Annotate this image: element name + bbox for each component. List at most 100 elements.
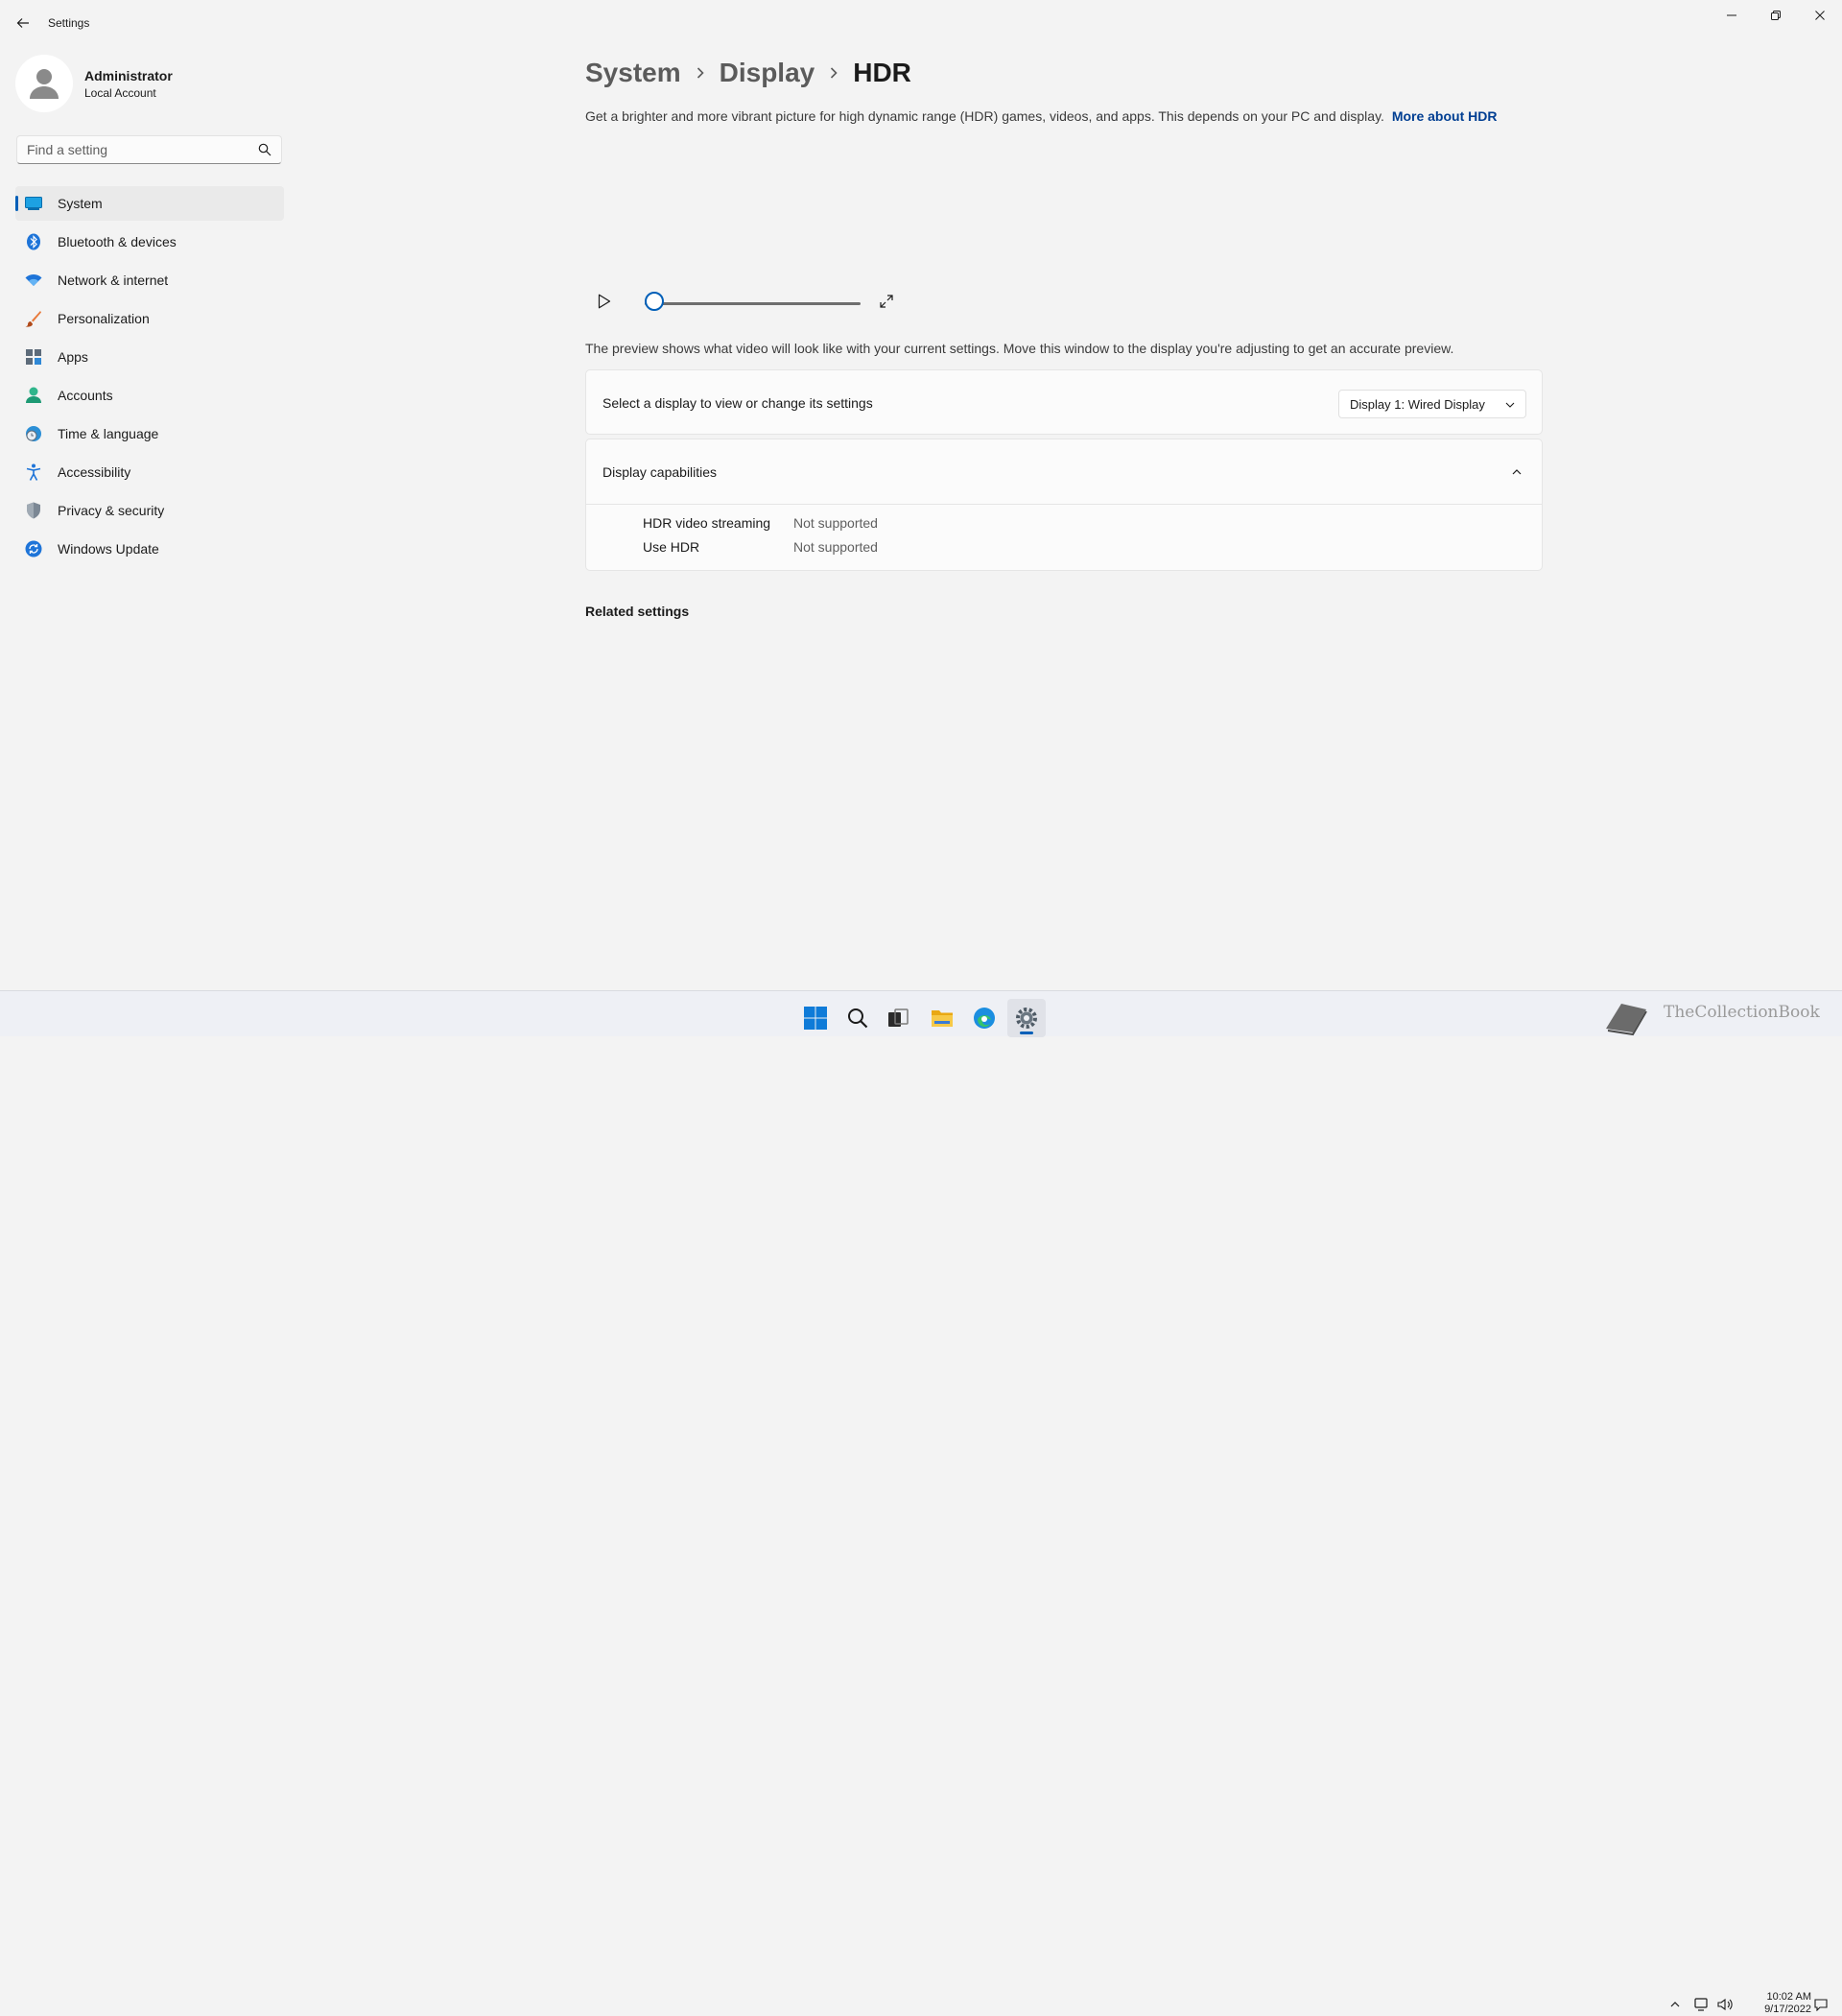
sidebar-item-system[interactable]: System (15, 186, 284, 221)
display-select-card: Select a display to view or change its s… (585, 369, 1543, 435)
taskbar: 10:02 AM 9/17/2022 (0, 990, 1842, 2015)
settings-gear-icon (1016, 1008, 1037, 1029)
more-about-hdr-link[interactable]: More about HDR (1392, 108, 1498, 124)
sidebar-item-label: Accounts (58, 388, 113, 403)
network-icon (1694, 1998, 1708, 2011)
volume-icon (1717, 1998, 1733, 2011)
user-avatar-icon (30, 69, 59, 99)
page-description: Get a brighter and more vibrant picture … (585, 108, 1497, 124)
accounts-icon (25, 387, 42, 404)
close-button[interactable] (1798, 0, 1842, 31)
title-bar: Settings (0, 0, 1842, 46)
profile-name: Administrator (84, 68, 173, 83)
display-capabilities-header[interactable]: Display capabilities (586, 439, 1542, 505)
start-button[interactable] (796, 999, 835, 1037)
sidebar-item-apps[interactable]: Apps (15, 340, 284, 374)
notifications-button[interactable] (1813, 1997, 1829, 2012)
related-settings-heading: Related settings (585, 604, 690, 619)
expand-icon (880, 295, 893, 308)
sidebar-item-accounts[interactable]: Accounts (15, 378, 284, 413)
sidebar-nav: System Bluetooth & devices Network & int… (15, 186, 284, 570)
chevron-right-icon (687, 66, 714, 80)
chevron-up-icon[interactable] (1511, 466, 1523, 478)
globe-clock-icon (25, 425, 42, 442)
minimize-button[interactable] (1710, 0, 1754, 31)
show-hidden-icons-button[interactable] (1667, 1997, 1683, 2012)
system-icon (25, 195, 42, 212)
capability-value: Not supported (793, 539, 878, 555)
display-dropdown-value: Display 1: Wired Display (1350, 397, 1485, 412)
video-preview-controls (585, 284, 902, 322)
sidebar-item-windows-update[interactable]: Windows Update (15, 532, 284, 566)
minimize-icon (1727, 14, 1736, 16)
sidebar-item-label: Apps (58, 349, 88, 365)
breadcrumb-display[interactable]: Display (720, 58, 815, 88)
accessibility-icon (25, 463, 42, 481)
restore-button[interactable] (1754, 0, 1798, 31)
app-title: Settings (48, 16, 90, 30)
display-select-label: Select a display to view or change its s… (602, 395, 873, 411)
sidebar-item-label: Personalization (58, 311, 150, 326)
taskbar-clock[interactable]: 10:02 AM 9/17/2022 (1738, 1991, 1811, 2016)
seek-thumb[interactable] (645, 292, 664, 311)
sidebar-item-network[interactable]: Network & internet (15, 263, 284, 297)
description-text: Get a brighter and more vibrant picture … (585, 108, 1384, 124)
seek-bar[interactable] (645, 302, 861, 305)
avatar (15, 55, 73, 112)
sidebar-item-personalization[interactable]: Personalization (15, 301, 284, 336)
sidebar-item-privacy[interactable]: Privacy & security (15, 493, 284, 528)
file-explorer-button[interactable] (923, 999, 961, 1037)
task-view-button[interactable] (879, 999, 917, 1037)
wifi-icon (25, 272, 42, 289)
capability-value: Not supported (793, 515, 878, 531)
display-dropdown[interactable]: Display 1: Wired Display (1338, 390, 1526, 418)
breadcrumb: System Display HDR (585, 54, 911, 92)
watermark-text: TheCollectionBook (1664, 1003, 1820, 1022)
chevron-down-icon (1505, 402, 1515, 408)
search-icon (848, 1008, 868, 1029)
close-icon (1815, 11, 1825, 20)
network-tray-button[interactable] (1694, 1997, 1710, 2012)
sidebar-item-time-language[interactable]: Time & language (15, 416, 284, 451)
sidebar-item-label: Privacy & security (58, 503, 165, 518)
restore-icon (1771, 11, 1781, 20)
update-icon (25, 540, 42, 557)
account-type: Local Account (84, 86, 156, 100)
task-view-icon (888, 1008, 909, 1027)
sidebar-item-accessibility[interactable]: Accessibility (15, 455, 284, 489)
capability-name: HDR video streaming (643, 515, 771, 531)
volume-tray-button[interactable] (1717, 1997, 1733, 2012)
clock-date: 9/17/2022 (1764, 2004, 1811, 2015)
back-button[interactable] (10, 12, 36, 35)
user-profile[interactable]: Administrator Local Account (15, 55, 284, 116)
sidebar-item-label: Time & language (58, 426, 159, 441)
windows-logo-icon (804, 1007, 827, 1030)
file-explorer-icon (932, 1010, 953, 1027)
display-capabilities-title: Display capabilities (602, 464, 718, 480)
play-button[interactable] (593, 290, 616, 313)
apps-icon (25, 348, 42, 366)
edge-button[interactable] (965, 999, 1004, 1037)
play-icon (598, 294, 611, 309)
active-app-indicator (1020, 1032, 1033, 1034)
back-arrow-icon (16, 18, 29, 28)
sidebar-item-label: Bluetooth & devices (58, 234, 177, 249)
capability-name: Use HDR (643, 539, 700, 555)
brush-icon (25, 310, 42, 327)
search-box[interactable] (16, 135, 282, 164)
sidebar-item-label: Network & internet (58, 273, 169, 288)
notification-icon (1814, 1999, 1828, 2011)
breadcrumb-system[interactable]: System (585, 58, 681, 88)
fullscreen-button[interactable] (875, 290, 898, 313)
shield-icon (25, 502, 42, 519)
chevron-up-icon (1670, 2002, 1680, 2007)
search-input[interactable] (17, 136, 248, 163)
edge-icon (974, 1008, 995, 1029)
display-capabilities-card: Display capabilities HDR video streaming… (585, 439, 1543, 571)
chevron-right-icon (820, 66, 847, 80)
clock-time: 10:02 AM (1766, 1991, 1811, 2003)
search-icon[interactable] (258, 143, 272, 156)
taskbar-search-button[interactable] (838, 999, 877, 1037)
sidebar-item-bluetooth[interactable]: Bluetooth & devices (15, 225, 284, 259)
sidebar-item-label: System (58, 196, 103, 211)
